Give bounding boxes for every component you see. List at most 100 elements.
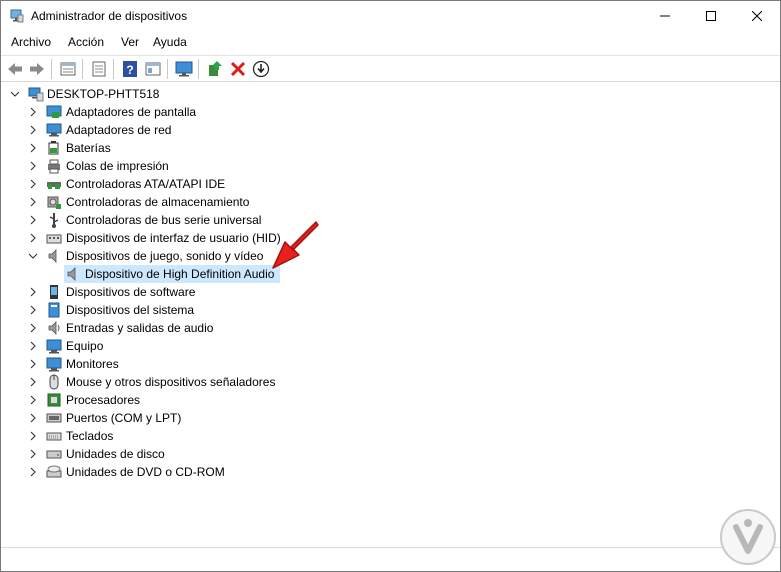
tree-category[interactable]: Controladoras de bus serie universal bbox=[1, 211, 780, 229]
battery-icon bbox=[48, 141, 59, 155]
tree-category-label: Equipo bbox=[66, 339, 104, 353]
tree-category-label: Monitores bbox=[66, 357, 119, 371]
tree-category-label: Dispositivos de juego, sonido y vídeo bbox=[66, 249, 264, 263]
toolbar-separator bbox=[82, 59, 83, 79]
chevron-right-icon[interactable] bbox=[28, 214, 38, 226]
speaker-icon bbox=[48, 249, 57, 263]
tree-category[interactable]: Adaptadores de red bbox=[1, 121, 780, 139]
chevron-right-icon[interactable] bbox=[28, 376, 38, 388]
tree-category[interactable]: Dispositivos de interfaz de usuario (HID… bbox=[1, 229, 780, 247]
device-manager-window: Administrador de dispositivos Archivo Ac… bbox=[0, 0, 781, 572]
chevron-right-icon[interactable] bbox=[28, 286, 38, 298]
tree-category[interactable]: Monitores bbox=[1, 355, 780, 373]
close-icon bbox=[752, 11, 762, 21]
chevron-right-icon[interactable] bbox=[28, 394, 38, 406]
watermark-logo bbox=[720, 509, 776, 565]
toolbar-separator bbox=[51, 59, 52, 79]
chevron-right-icon[interactable] bbox=[28, 232, 38, 244]
tree-category-label: Dispositivos del sistema bbox=[66, 303, 195, 317]
chevron-right-icon[interactable] bbox=[28, 448, 38, 460]
disk-drive-icon bbox=[46, 450, 62, 459]
maximize-button[interactable] bbox=[688, 1, 734, 31]
tree-category[interactable]: Unidades de disco bbox=[1, 445, 780, 463]
tree-category[interactable]: Controladoras de almacenamiento bbox=[1, 193, 780, 211]
computer-icon bbox=[28, 87, 44, 102]
menu-ayuda[interactable]: Ayuda bbox=[153, 35, 187, 49]
tree-category-label: Teclados bbox=[66, 429, 114, 443]
port-icon bbox=[46, 413, 62, 423]
minimize-button[interactable] bbox=[642, 1, 688, 31]
network-adapter-icon bbox=[46, 123, 62, 137]
svg-text:?: ? bbox=[126, 63, 133, 77]
chevron-right-icon[interactable] bbox=[28, 142, 38, 154]
menu-accion[interactable]: Acción bbox=[68, 35, 104, 49]
tree-root[interactable]: DESKTOP-PHTT518 bbox=[1, 85, 780, 103]
chevron-right-icon[interactable] bbox=[28, 430, 38, 442]
tree-category[interactable]: Procesadores bbox=[1, 391, 780, 409]
chevron-right-icon[interactable] bbox=[28, 304, 38, 316]
chevron-right-icon[interactable] bbox=[28, 466, 38, 478]
red-arrow-annotation bbox=[272, 221, 319, 269]
tree-category[interactable]: Colas de impresión bbox=[1, 157, 780, 175]
chevron-down-icon[interactable] bbox=[10, 88, 20, 100]
tree-category-label: Procesadores bbox=[66, 393, 141, 407]
tree-category[interactable]: Dispositivos de software bbox=[1, 283, 780, 301]
chevron-right-icon[interactable] bbox=[28, 358, 38, 370]
dvd-drive-icon bbox=[46, 465, 62, 478]
device-manager-icon bbox=[10, 9, 24, 23]
chevron-right-icon[interactable] bbox=[28, 322, 38, 334]
tree-category-label: Controladoras de bus serie universal bbox=[66, 213, 262, 227]
chevron-right-icon[interactable] bbox=[28, 160, 38, 172]
chevron-right-icon[interactable] bbox=[28, 412, 38, 424]
display-adapter-icon bbox=[46, 105, 62, 118]
print-queue-icon bbox=[48, 159, 60, 174]
tree-category-label: Adaptadores de red bbox=[66, 123, 172, 137]
tree-category[interactable]: Equipo bbox=[1, 337, 780, 355]
tree-category-label: Mouse y otros dispositivos señaladores bbox=[66, 375, 276, 389]
chevron-right-icon[interactable] bbox=[28, 178, 38, 190]
tree-category[interactable]: Controladoras ATA/ATAPI IDE bbox=[1, 175, 780, 193]
menu-archivo[interactable]: Archivo bbox=[11, 35, 51, 49]
chevron-right-icon[interactable] bbox=[28, 124, 38, 136]
update-driver-icon[interactable] bbox=[206, 60, 224, 78]
view-icon[interactable] bbox=[144, 60, 162, 78]
toolbar: ? bbox=[1, 55, 780, 82]
title-bar[interactable]: Administrador de dispositivos bbox=[1, 1, 780, 32]
forward-icon[interactable] bbox=[28, 60, 46, 78]
toolbar-separator bbox=[167, 59, 168, 79]
tree-category-label: Unidades de disco bbox=[66, 447, 165, 461]
status-bar bbox=[1, 547, 780, 571]
window-title: Administrador de dispositivos bbox=[31, 9, 188, 23]
tree-category[interactable]: Dispositivos de juego, sonido y vídeo bbox=[1, 247, 780, 265]
tree-category-label: Unidades de DVD o CD-ROM bbox=[66, 465, 225, 479]
monitor-scan-icon[interactable] bbox=[175, 60, 193, 78]
properties-icon[interactable] bbox=[59, 60, 77, 78]
mouse-icon bbox=[49, 374, 59, 390]
chevron-right-icon[interactable] bbox=[28, 106, 38, 118]
tree-category[interactable]: Baterías bbox=[1, 139, 780, 157]
help-icon[interactable]: ? bbox=[121, 60, 139, 78]
back-icon[interactable] bbox=[6, 60, 24, 78]
tree-category[interactable]: Mouse y otros dispositivos señaladores bbox=[1, 373, 780, 391]
system-device-icon bbox=[48, 302, 60, 318]
tree-category[interactable]: Teclados bbox=[1, 427, 780, 445]
chevron-down-icon[interactable] bbox=[28, 250, 38, 262]
chevron-right-icon[interactable] bbox=[28, 196, 38, 208]
tree-category[interactable]: Puertos (COM y LPT) bbox=[1, 409, 780, 427]
usb-controller-icon bbox=[49, 213, 59, 228]
tree-category[interactable]: Adaptadores de pantalla bbox=[1, 103, 780, 121]
tree-device-selected[interactable]: Dispositivo de High Definition Audio bbox=[1, 265, 780, 283]
menu-ver[interactable]: Ver bbox=[121, 35, 139, 49]
uninstall-icon[interactable] bbox=[229, 60, 247, 78]
chevron-right-icon[interactable] bbox=[28, 340, 38, 352]
tree-category-label: Baterías bbox=[66, 141, 111, 155]
menu-bar: Archivo Acción Ver Ayuda bbox=[1, 32, 780, 53]
tree-category[interactable]: Unidades de DVD o CD-ROM bbox=[1, 463, 780, 481]
download-icon[interactable] bbox=[252, 60, 270, 78]
tree-category[interactable]: Dispositivos del sistema bbox=[1, 301, 780, 319]
keyboard-icon bbox=[46, 432, 62, 441]
tree-category[interactable]: Entradas y salidas de audio bbox=[1, 319, 780, 337]
monitor-icon bbox=[46, 357, 62, 372]
details-icon[interactable] bbox=[90, 60, 108, 78]
close-button[interactable] bbox=[734, 1, 780, 31]
